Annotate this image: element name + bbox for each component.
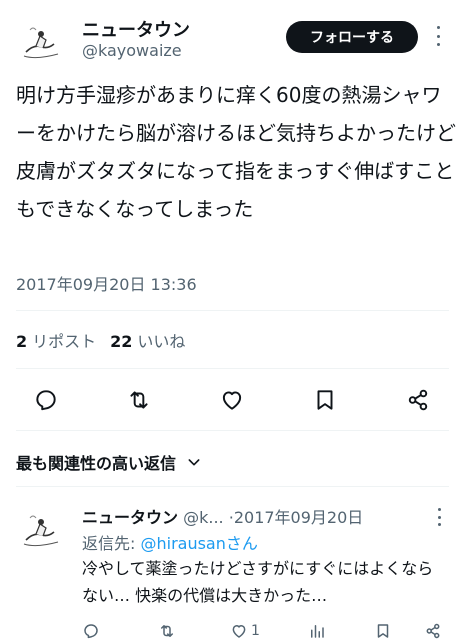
reply-button[interactable] [26, 380, 66, 420]
likes-stat[interactable]: 22 いいね [110, 328, 185, 352]
replying-to-link[interactable]: @hirausanさん [140, 534, 257, 553]
avatar-drawing [16, 16, 66, 66]
replying-to: 返信先: @hirausanさん [82, 530, 258, 554]
retweets-stat[interactable]: 2 リポスト [16, 328, 96, 352]
likes-count: 22 [110, 332, 133, 351]
reply-retweet-button[interactable] [158, 620, 176, 640]
chevron-down-icon [188, 459, 200, 466]
divider [16, 368, 449, 369]
reply-views-button[interactable] [308, 620, 326, 640]
likes-label: いいね [137, 332, 186, 351]
divider [16, 430, 449, 431]
replies-sort-dropdown[interactable]: 最も関連性の高い返信 [16, 450, 202, 474]
reply-text: 冷やして薬塗ったけどさすがにすぐにはよくならない… 快楽の代償は大きかった… [82, 559, 434, 605]
replying-prefix: 返信先: [82, 534, 141, 553]
tweet-stats: 2 リポスト 22 いいね [16, 328, 185, 352]
reply-reply-button[interactable] [82, 620, 100, 640]
retweet-icon [130, 391, 148, 409]
retweets-count: 2 [16, 332, 28, 351]
replies-sort-label: 最も関連性の高い返信 [16, 454, 177, 473]
divider [16, 486, 449, 487]
reply-bookmark-button[interactable] [374, 620, 392, 640]
avatar-drawing [16, 504, 66, 554]
reply-display-name[interactable]: ニュータウン [82, 508, 178, 527]
tweet-text: 明け方手湿疹があまりに痒く60度の熱湯シャワーをかけたら脳が溶けるほど気持ちよか… [16, 83, 456, 221]
avatar[interactable] [16, 504, 66, 554]
tweet-actions [0, 380, 465, 420]
reply-more-options-icon[interactable] [432, 508, 446, 526]
like-icon [222, 391, 242, 410]
retweet-icon [161, 625, 173, 637]
views-icon [311, 625, 324, 638]
avatar[interactable] [16, 16, 66, 66]
retweets-label: リポスト [32, 332, 97, 351]
like-icon [232, 625, 246, 638]
reply-like-button[interactable]: 1 [230, 620, 260, 640]
bookmark-icon [377, 624, 389, 638]
retweet-button[interactable] [119, 380, 159, 420]
reply-date[interactable]: 2017年09月20日 [234, 508, 363, 527]
reply-item[interactable]: ニュータウン @k... ·2017年09月20日 返信先: @hirausan… [0, 498, 465, 640]
bookmark-button[interactable] [305, 380, 345, 420]
share-button[interactable] [398, 380, 438, 420]
reply-share-button[interactable] [424, 620, 442, 640]
reply-like-count: 1 [251, 623, 260, 639]
more-options-icon[interactable] [430, 26, 446, 46]
tweet-header: ニュータウン @kayowaize フォローする [0, 0, 465, 70]
reply-handle[interactable]: @k... [183, 508, 224, 527]
share-icon [408, 389, 428, 411]
tweet-timestamp[interactable]: 2017年09月20日 13:36 [16, 271, 197, 295]
user-handle[interactable]: @kayowaize [82, 41, 182, 60]
reply-icon [84, 624, 98, 639]
follow-button[interactable]: フォローする [286, 21, 418, 53]
reply-header: ニュータウン @k... ·2017年09月20日 [82, 504, 442, 528]
divider [16, 310, 449, 311]
display-name[interactable]: ニュータウン [82, 16, 190, 42]
bookmark-icon [317, 390, 333, 410]
share-icon [426, 623, 440, 639]
like-button[interactable] [212, 380, 252, 420]
reply-actions: 1 [82, 620, 452, 640]
reply-icon [36, 390, 56, 411]
